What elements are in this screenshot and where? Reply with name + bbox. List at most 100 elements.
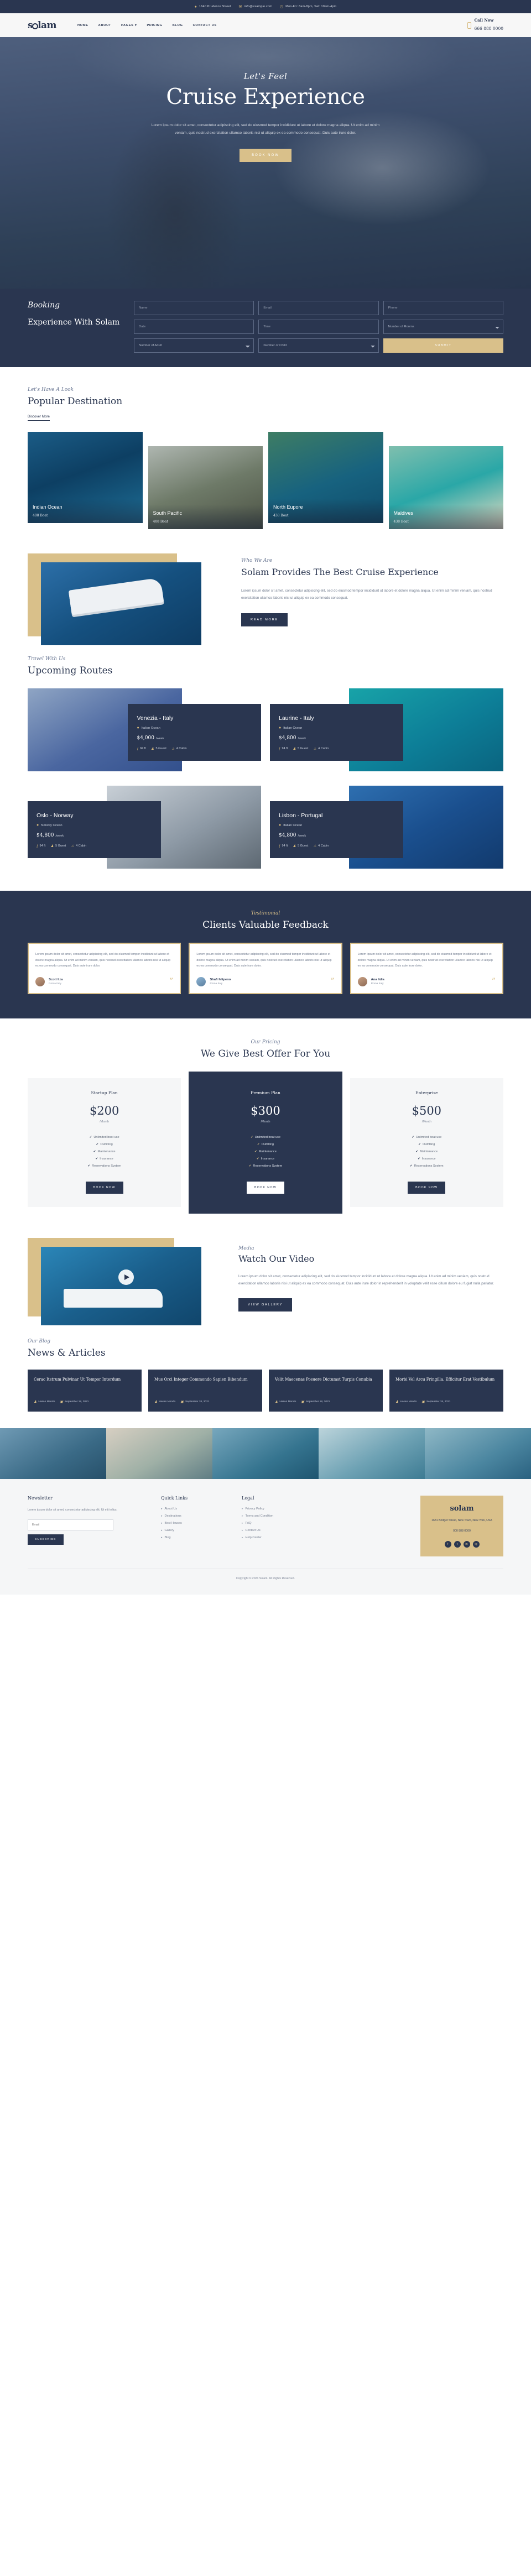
destinations-eyebrow: Let's Have A Look <box>28 387 74 393</box>
user-icon: ♟ <box>154 1400 158 1404</box>
check-icon: ✔ <box>418 1157 420 1161</box>
booking-children-select[interactable]: Number of Child <box>258 338 379 353</box>
route-ocean: Italian Ocean <box>283 726 303 730</box>
testimonial-role: Roma Italy <box>49 982 61 985</box>
destination-card[interactable]: North Eupore 438 Boat <box>268 432 383 523</box>
calendar-icon: ▣ <box>60 1400 63 1404</box>
gallery-image[interactable] <box>425 1428 531 1479</box>
footer-link[interactable]: ▸ Terms and Condition <box>242 1514 308 1518</box>
route-card[interactable]: Oslo - Norway ● Norway Ocean $4,800/week … <box>28 786 261 874</box>
plan-book-now-button[interactable]: BOOK NOW <box>246 1181 285 1194</box>
facebook-icon[interactable]: f <box>444 1540 451 1548</box>
video-photo <box>41 1246 201 1325</box>
footer-legal: Legal ▸ Privacy Policy ▸ Terms and Conditi… <box>242 1496 308 1556</box>
footer-link[interactable]: ▸ Help Center <box>242 1536 308 1539</box>
destination-card[interactable]: Indian Ocean 408 Boat <box>28 432 143 523</box>
footer-link[interactable]: ▸ Privacy Policy <box>242 1507 308 1511</box>
user-icon: ♟ <box>395 1400 399 1404</box>
route-card[interactable]: Laurine - Italy ● Italian Ocean $4,800/we… <box>270 688 503 777</box>
twitter-icon[interactable]: t <box>454 1540 461 1548</box>
gallery-image[interactable] <box>212 1428 319 1479</box>
booking-submit-button[interactable]: SUBMIT <box>383 338 503 353</box>
blog-card[interactable]: Morbi Vel Arcu Fringilla, Efficitur Erat… <box>389 1369 503 1412</box>
play-button-icon[interactable] <box>118 1269 134 1285</box>
footer-link[interactable]: ▸ FAQ <box>242 1522 308 1525</box>
view-gallery-button[interactable]: VIEW GALLERY <box>238 1298 293 1312</box>
nav-item-contact-us[interactable]: CONTACT US <box>193 24 217 27</box>
check-icon: ✔ <box>89 1135 92 1139</box>
nav-item-pages[interactable]: PAGES ▾ <box>121 24 137 27</box>
about-title: Solam Provides The Best Cruise Experienc… <box>241 567 439 577</box>
site-footer: Newsletter Lorem ipsum dolor sit amet, c… <box>0 1478 531 1595</box>
booking-rooms-select[interactable]: Number of Rooms <box>383 320 503 334</box>
gallery-image[interactable] <box>0 1428 106 1479</box>
check-icon: ✔ <box>95 1157 98 1161</box>
route-card[interactable]: Venezia - Italy ● Italian Ocean $4,000/we… <box>28 688 261 777</box>
footer-link[interactable]: ▸ Contact Us <box>242 1529 308 1532</box>
topbar-email[interactable]: ✉ info@example.com <box>239 5 272 9</box>
plan-book-now-button[interactable]: BOOK NOW <box>408 1181 446 1194</box>
plan-period: /Month <box>261 1120 270 1124</box>
blog-card[interactable]: Mus Orci Integer Commondo Sapien Bibendu… <box>148 1369 262 1412</box>
destination-boats: 408 Boat <box>33 514 48 518</box>
route-guests: 5 Guest <box>298 844 309 848</box>
gallery-strip <box>0 1428 531 1479</box>
call-now-number: 666 888 0000 <box>474 26 504 31</box>
linkedin-icon[interactable]: in <box>463 1540 470 1548</box>
gallery-image[interactable] <box>319 1428 425 1479</box>
footer-link[interactable]: ▸ Gallery <box>161 1529 227 1532</box>
topbar-address-text: 1640 Prudence Street <box>199 5 231 8</box>
gallery-image[interactable] <box>106 1428 212 1479</box>
route-ocean: Italian Ocean <box>283 823 303 827</box>
quote-icon: ” <box>330 976 335 986</box>
topbar-email-text: info@example.com <box>244 5 272 8</box>
footer-link[interactable]: ▸ Blog <box>161 1536 227 1539</box>
route-ocean: Italian Ocean <box>141 726 160 730</box>
cabin-icon: ♨ <box>313 844 317 848</box>
blog-card[interactable]: Cerac Itstrum Pulvinar Ut Tempor Interdu… <box>28 1369 142 1412</box>
route-card[interactable]: Lisbon - Portugal ● Italian Ocean $4,800/… <box>270 786 503 874</box>
booking-email-input[interactable] <box>258 301 379 315</box>
blog-card[interactable]: Velit Maecenas Posuere Dictumst Turpis C… <box>269 1369 383 1412</box>
video-body: Lorem ipsum dolor sit amet, consectetur … <box>238 1274 494 1286</box>
nav-item-home[interactable]: HOME <box>77 24 88 27</box>
blog-post-title: Morbi Vel Arcu Fringilla, Efficitur Erat… <box>395 1377 495 1382</box>
calendar-icon: ▣ <box>180 1400 184 1404</box>
site-logo[interactable]: s lam <box>28 20 57 31</box>
footer-link[interactable]: ▸ Destinations <box>161 1514 227 1518</box>
blog-date: September 18, 2021 <box>64 1400 89 1403</box>
plan-feature: ✔ Maintenance <box>93 1149 116 1153</box>
check-icon: ✔ <box>412 1135 414 1139</box>
destination-card[interactable]: South Pacific 408 Boat <box>148 446 263 529</box>
booking-adults-select[interactable]: Number of Adult <box>134 338 254 353</box>
route-cabins: 4 Cabin <box>318 844 329 848</box>
about-read-more-button[interactable]: READ MORE <box>241 613 288 626</box>
nav-item-blog[interactable]: BLOG <box>173 24 183 27</box>
destinations-title: Popular Destination <box>28 396 123 407</box>
newsletter-subscribe-button[interactable]: SUBSCRIBE <box>28 1534 64 1545</box>
booking-phone-input[interactable] <box>383 301 503 315</box>
instagram-icon[interactable]: ig <box>472 1540 480 1548</box>
booking-name-input[interactable] <box>134 301 254 315</box>
about-body: Lorem ipsum dolor sit amet, consectetur … <box>241 589 492 600</box>
plan-book-now-button[interactable]: BOOK NOW <box>85 1181 123 1194</box>
video-thumbnail[interactable] <box>28 1237 224 1325</box>
nav-item-pricing[interactable]: PRICING <box>147 24 162 27</box>
hero-book-now-button[interactable]: BOOK NOW <box>240 149 291 163</box>
check-icon: ✔ <box>410 1164 413 1168</box>
booking-date-input[interactable] <box>134 320 254 334</box>
pricing-eyebrow: Our Pricing <box>251 1039 280 1045</box>
route-price: $4,800 <box>279 833 296 838</box>
newsletter-email-input[interactable] <box>28 1519 113 1530</box>
plan-feature: ✔ Outfitting <box>257 1142 274 1146</box>
discover-more-link[interactable]: Discover More <box>28 415 50 421</box>
call-now-block[interactable]: Call Now 666 888 0000 <box>467 18 504 33</box>
destination-card[interactable]: Maldives 438 Boat <box>388 446 503 529</box>
footer-link[interactable]: ▸ About Us <box>161 1507 227 1511</box>
nav-item-about[interactable]: ABOUT <box>98 24 111 27</box>
booking-time-input[interactable] <box>258 320 379 334</box>
plan-feature: ✔ Insurance <box>95 1157 113 1161</box>
footer-link[interactable]: ▸ Best Houses <box>161 1522 227 1525</box>
copyright-text: Copyright © 2021 Solam. All Rights Reser… <box>28 1568 503 1580</box>
blog-post-title: Cerac Itstrum Pulvinar Ut Tempor Interdu… <box>34 1377 121 1382</box>
